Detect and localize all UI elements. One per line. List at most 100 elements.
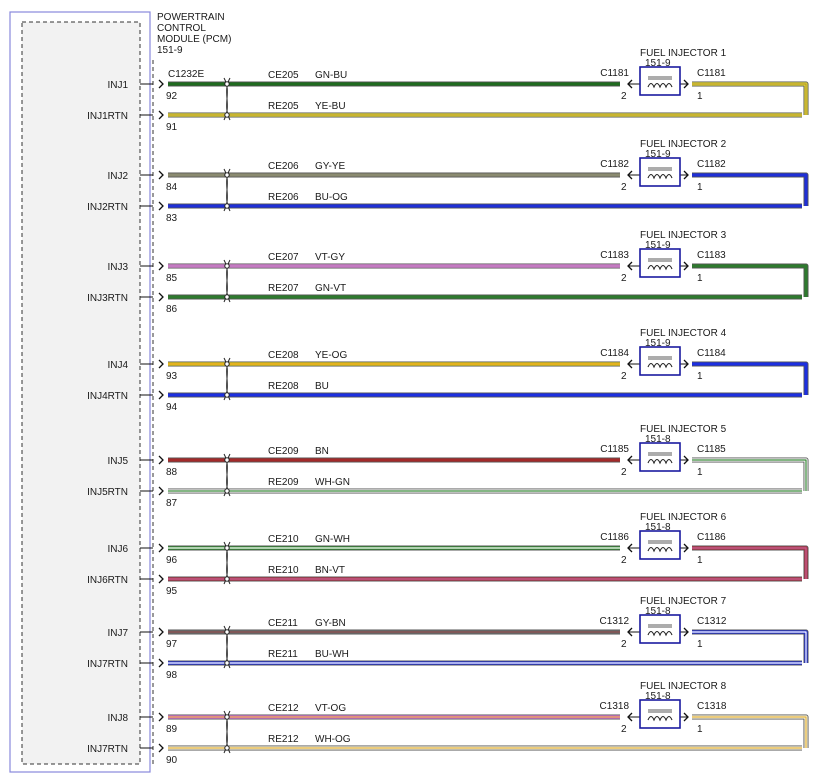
pin-arrow-icon <box>158 627 164 637</box>
pcm-return-pin-number: 86 <box>166 304 178 315</box>
fuel-injector-icon <box>639 248 681 278</box>
pcm-return-pin-label: INJ4RTN <box>87 391 128 402</box>
signal-wire-color: BN <box>315 446 329 457</box>
twist-node <box>224 263 230 269</box>
return-loop-wire <box>692 629 809 663</box>
injector-connector-id-left: C1318 <box>600 701 630 712</box>
return-wire-color: YE-BU <box>315 101 346 112</box>
return-wire-color: BU-OG <box>315 192 348 203</box>
pin-arrow-icon <box>158 712 164 722</box>
injector-pin-return: 1 <box>697 467 703 478</box>
twist-node <box>224 172 230 178</box>
pcm-title-line-2: CONTROL <box>157 23 206 34</box>
pcm-connector-id: C1232E <box>168 69 204 80</box>
pcm-return-pin-number: 87 <box>166 498 178 509</box>
twist-node <box>224 714 230 720</box>
return-loop-wire <box>692 172 809 206</box>
fuel-injector-icon <box>639 614 681 644</box>
injector-pin-signal: 2 <box>621 182 627 193</box>
injector-connector-id-left: C1181 <box>600 68 629 79</box>
pcm-return-pin-label: INJ2RTN <box>87 202 128 213</box>
twist-node <box>224 361 230 367</box>
twist-node <box>224 545 230 551</box>
injector-connector-id-left: C1312 <box>600 616 630 627</box>
injector-circuit-8: INJ8INJ7RTN8990CE212 VT-OGRE212 WH-OGFUEL … <box>87 681 809 766</box>
pcm-return-pin-label: INJ1RTN <box>87 111 128 122</box>
fuel-injector-icon <box>639 530 681 560</box>
twist-node <box>224 488 230 494</box>
pcm-signal-pin-number: 89 <box>166 724 178 735</box>
pin-arrow-icon <box>158 574 164 584</box>
twist-node <box>224 457 230 463</box>
return-loop-wire <box>692 81 809 115</box>
pcm-signal-pin-label: INJ4 <box>107 360 128 371</box>
injector-connector-id-right: C1318 <box>697 701 727 712</box>
injector-pin-signal: 2 <box>621 273 627 284</box>
pcm-signal-pin-label: INJ7 <box>107 628 128 639</box>
signal-wire-color: GY-YE <box>315 161 346 172</box>
pcm-return-pin-number: 98 <box>166 670 178 681</box>
return-loop-wire <box>692 361 809 395</box>
injector-pin-return: 1 <box>697 555 703 566</box>
pcm-signal-pin-number: 85 <box>166 273 178 284</box>
twist-node <box>224 203 230 209</box>
injector-circuit-6: INJ6INJ6RTN9695CE210 GN-WHRE210 BN-VTFUEL … <box>87 512 809 597</box>
fuel-injector-icon <box>639 157 681 187</box>
pcm-return-pin-number: 91 <box>166 122 178 133</box>
signal-circuit-number: CE212 <box>268 703 299 714</box>
return-circuit-number: RE206 <box>268 192 299 203</box>
injector-pin-signal: 2 <box>621 555 627 566</box>
pcm-return-pin-label: INJ7RTN <box>87 659 128 670</box>
return-wire-color: GN-VT <box>315 283 346 294</box>
twist-node <box>224 629 230 635</box>
pcm-title-line-1: POWERTRAIN <box>157 12 225 23</box>
pcm-return-pin-number: 83 <box>166 213 178 224</box>
pin-arrow-icon <box>158 743 164 753</box>
pin-arrow-icon <box>158 455 164 465</box>
twist-node <box>224 745 230 751</box>
injector-connector-id-left: C1184 <box>600 348 629 359</box>
pcm-signal-pin-label: INJ8 <box>107 713 128 724</box>
injector-connector-id-left: C1186 <box>600 532 629 543</box>
injector-pin-return: 1 <box>697 639 703 650</box>
injector-circuit-2: INJ2INJ2RTN8483CE206 GY-YERE206 BU-OGFUEL … <box>87 139 809 224</box>
pcm-title-ref: 151-9 <box>157 45 183 56</box>
twist-node <box>224 294 230 300</box>
pcm-signal-pin-label: INJ5 <box>107 456 128 467</box>
pcm-signal-pin-number: 88 <box>166 467 178 478</box>
injector-circuit-5: INJ5INJ5RTN8887CE209 BNRE209 WH-GNFUEL INJ… <box>87 424 809 509</box>
twist-node <box>224 112 230 118</box>
signal-circuit-number: CE206 <box>268 161 299 172</box>
pcm-return-pin-number: 95 <box>166 586 178 597</box>
injector-connector-id-left: C1185 <box>600 444 629 455</box>
twist-node <box>224 660 230 666</box>
return-loop-wire <box>692 263 809 297</box>
pin-arrow-icon <box>158 359 164 369</box>
pcm-signal-pin-number: 84 <box>166 182 178 193</box>
injector-connector-id-right: C1312 <box>697 616 727 627</box>
injector-pin-return: 1 <box>697 91 703 102</box>
signal-circuit-number: CE210 <box>268 534 299 545</box>
signal-wire-color: GY-BN <box>315 618 346 629</box>
pin-arrow-icon <box>158 170 164 180</box>
return-wire-color: BU <box>315 381 329 392</box>
twist-node <box>224 392 230 398</box>
injector-circuit-3: INJ3INJ3RTN8586CE207 VT-GYRE207 GN-VTFUEL … <box>87 230 809 315</box>
pcm-return-pin-number: 94 <box>166 402 178 413</box>
injector-pin-return: 1 <box>697 273 703 284</box>
pin-arrow-icon <box>158 261 164 271</box>
pcm-title-line-3: MODULE (PCM) <box>157 34 231 45</box>
return-circuit-number: RE207 <box>268 283 299 294</box>
pin-arrow-icon <box>158 543 164 553</box>
injector-connector-id-right: C1186 <box>697 532 726 543</box>
pcm-return-pin-label: INJ3RTN <box>87 293 128 304</box>
signal-circuit-number: CE205 <box>268 70 299 81</box>
fuel-injector-icon <box>639 66 681 96</box>
injector-pin-signal: 2 <box>621 639 627 650</box>
twist-node <box>224 576 230 582</box>
twist-node <box>224 81 230 87</box>
injector-circuit-4: INJ4INJ4RTN9394CE208 YE-OGRE208 BUFUEL INJ… <box>87 328 809 413</box>
injector-pin-return: 1 <box>697 724 703 735</box>
pin-arrow-icon <box>158 390 164 400</box>
return-loop-wire <box>692 714 809 748</box>
